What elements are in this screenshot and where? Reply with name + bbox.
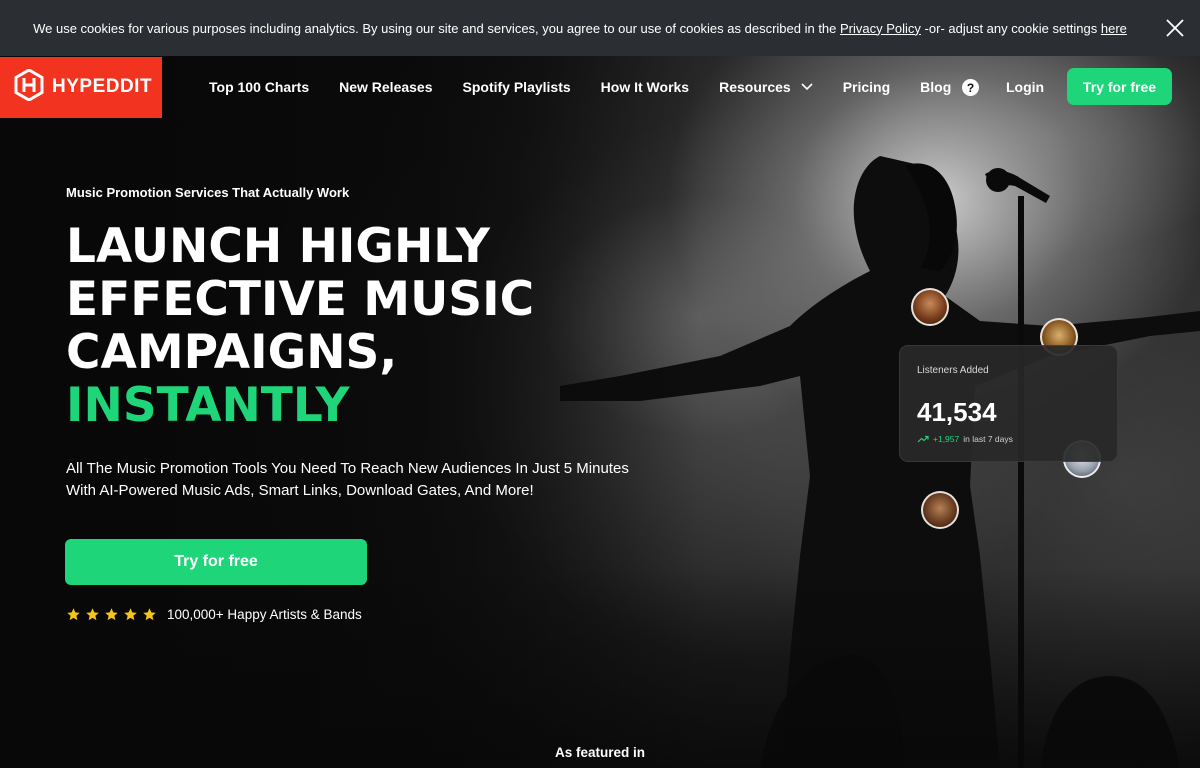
hero-subtext-line-1: All The Music Promotion Tools You Need T…	[66, 460, 629, 477]
cookie-text-middle: -or- adjust any cookie settings	[920, 20, 1101, 36]
close-icon[interactable]	[1164, 17, 1186, 39]
headline-line-1: LAUNCH HIGHLY	[66, 219, 490, 274]
logo[interactable]: HYPEDDIT	[0, 56, 162, 118]
stat-label: Listeners Added	[917, 365, 989, 376]
nav-link-spotify-playlists[interactable]: Spotify Playlists	[463, 79, 571, 95]
star-icon	[67, 608, 80, 621]
nav-link-top-100-charts[interactable]: Top 100 Charts	[209, 79, 309, 95]
star-icon	[86, 608, 99, 621]
cookie-text-before: We use cookies for various purposes incl…	[33, 20, 841, 36]
stat-trend-text: in last 7 days	[963, 434, 1013, 444]
privacy-policy-link[interactable]: Privacy Policy	[840, 21, 921, 36]
star-icon	[124, 608, 137, 621]
as-featured-in-heading: As featured in	[554, 745, 646, 760]
avatar	[921, 491, 959, 529]
stat-trend: +1,957 in last 7 days	[917, 434, 1013, 444]
nav-link-blog[interactable]: Blog	[920, 79, 951, 95]
hero-subtext: All The Music Promotion Tools You Need T…	[66, 458, 706, 502]
headline-line-2: EFFECTIVE MUSIC	[66, 272, 535, 327]
stat-value: 41,534	[917, 397, 997, 427]
headline-accent: INSTANTLY	[66, 378, 350, 433]
main-nav: HYPEDDIT Top 100 Charts New Releases Spo…	[0, 56, 1200, 118]
hero-eyebrow: Music Promotion Services That Actually W…	[66, 185, 350, 200]
nav-link-resources[interactable]: Resources	[719, 79, 813, 95]
stat-trend-value: +1,957	[933, 434, 960, 444]
hero-headline: LAUNCH HIGHLY EFFECTIVE MUSIC CAMPAIGNS,…	[66, 220, 534, 432]
headline-line-3: CAMPAIGNS,	[66, 325, 398, 380]
logo-hexagon-icon	[14, 67, 44, 106]
nav-link-new-releases[interactable]: New Releases	[339, 79, 432, 95]
logo-text: HYPEDDIT	[52, 76, 153, 97]
cookie-banner: We use cookies for various purposes incl…	[0, 0, 1200, 56]
hero-bottom-fade	[0, 568, 1200, 768]
help-icon[interactable]: ?	[962, 79, 979, 96]
login-link[interactable]: Login	[1006, 79, 1044, 95]
cookie-text: We use cookies for various purposes incl…	[33, 21, 1167, 36]
nav-link-pricing[interactable]: Pricing	[843, 79, 890, 95]
nav-link-resources-label: Resources	[719, 79, 791, 95]
nav-link-how-it-works[interactable]: How It Works	[601, 79, 689, 95]
rating-stars	[66, 607, 157, 622]
nav-links: Top 100 Charts New Releases Spotify Play…	[209, 79, 951, 95]
hero-try-free-button[interactable]: Try for free	[65, 539, 367, 585]
trend-up-icon	[917, 435, 929, 443]
chevron-down-icon	[801, 83, 813, 91]
cookie-settings-link[interactable]: here	[1101, 21, 1127, 36]
hero-subtext-line-2: With AI-Powered Music Ads, Smart Links, …	[66, 482, 534, 499]
star-icon	[105, 608, 118, 621]
rating: 100,000+ Happy Artists & Bands	[66, 607, 362, 622]
rating-text: 100,000+ Happy Artists & Bands	[167, 607, 362, 622]
star-icon	[143, 608, 156, 621]
avatar	[911, 288, 949, 326]
listeners-stat-card: Listeners Added 41,534 +1,957 in last 7 …	[899, 345, 1118, 462]
nav-try-free-button[interactable]: Try for free	[1067, 68, 1172, 105]
